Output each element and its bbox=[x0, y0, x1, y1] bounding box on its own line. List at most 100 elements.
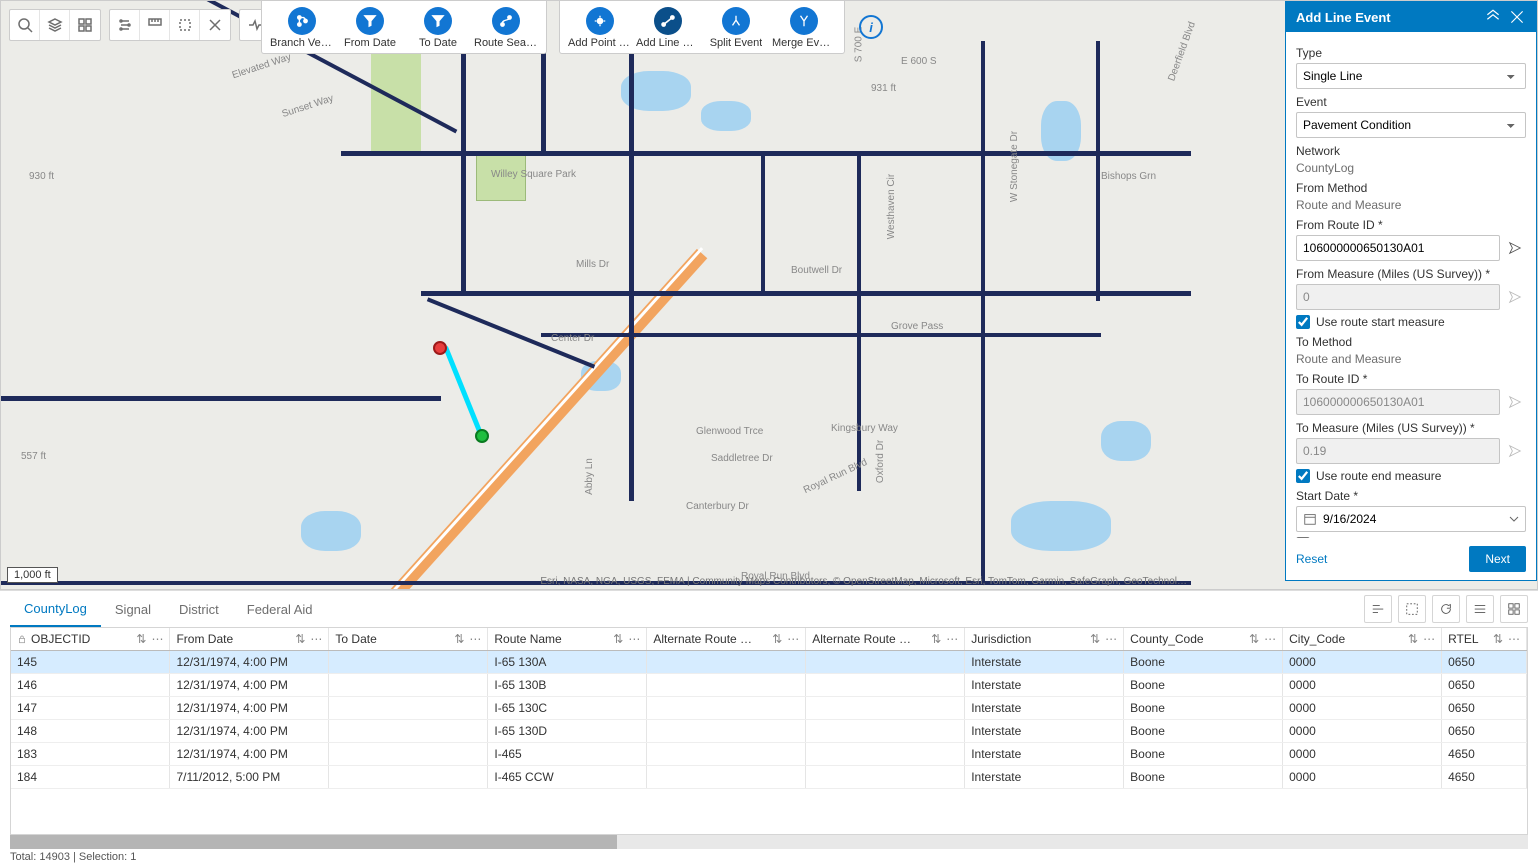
event-select[interactable]: Pavement Condition bbox=[1296, 112, 1526, 138]
from-route-input[interactable] bbox=[1296, 235, 1500, 261]
layers-button[interactable] bbox=[40, 10, 70, 40]
map-attribution: Esri, NASA, NGA, USGS, FEMA | Community … bbox=[540, 576, 1187, 587]
map-label: 931 ft bbox=[871, 83, 896, 94]
type-select[interactable]: Single Line bbox=[1296, 63, 1526, 89]
network-label: Network bbox=[1296, 144, 1526, 158]
map-label: Bishops Grn bbox=[1101, 171, 1156, 182]
from-method-value: Route and Measure bbox=[1296, 198, 1526, 212]
type-label: Type bbox=[1296, 46, 1526, 60]
table-row[interactable]: 14812/31/1974, 4:00 PMI-65 130DInterstat… bbox=[11, 720, 1527, 743]
from-method-label: From Method bbox=[1296, 181, 1526, 195]
table-row[interactable]: 14712/31/1974, 4:00 PMI-65 130CInterstat… bbox=[11, 697, 1527, 720]
close-icon[interactable] bbox=[1508, 8, 1526, 26]
ribbon-funnel-outline[interactable]: To Date bbox=[404, 5, 472, 51]
info-button[interactable]: i bbox=[859, 15, 883, 39]
to-measure-input bbox=[1296, 438, 1500, 464]
pick-to-measure-icon[interactable] bbox=[1504, 440, 1526, 462]
filter-button[interactable] bbox=[170, 10, 200, 40]
clear-selection-button[interactable] bbox=[1398, 595, 1426, 623]
ribbon-line[interactable]: Add Line E… bbox=[634, 5, 702, 51]
use-start-measure-label: Use route start measure bbox=[1316, 315, 1445, 329]
map-label: 557 ft bbox=[21, 451, 46, 462]
collapse-icon[interactable] bbox=[1484, 8, 1502, 26]
ribbon-merge[interactable]: Merge Events bbox=[770, 5, 838, 51]
map-label: Saddletree Dr bbox=[711, 453, 773, 464]
table-row[interactable]: 14612/31/1974, 4:00 PMI-65 130BInterstat… bbox=[11, 674, 1527, 697]
to-method-label: To Method bbox=[1296, 335, 1526, 349]
map-label: Mills Dr bbox=[576, 259, 609, 270]
use-end-measure-label: Use route end measure bbox=[1316, 469, 1441, 483]
bookmarks-button[interactable] bbox=[110, 10, 140, 40]
from-measure-input bbox=[1296, 284, 1500, 310]
add-line-event-panel: Add Line Event Type Single Line Event Pa… bbox=[1285, 1, 1537, 581]
chevron-down-icon[interactable] bbox=[1509, 514, 1519, 524]
ribbon-branch[interactable]: Branch Vers… bbox=[268, 5, 336, 51]
table-row[interactable]: 18312/31/1974, 4:00 PMI-465InterstateBoo… bbox=[11, 743, 1527, 766]
calendar-icon bbox=[1303, 512, 1317, 526]
map-label: Westhaven Cir bbox=[886, 174, 897, 239]
table-row[interactable]: 14512/31/1974, 4:00 PMI-65 130AInterstat… bbox=[11, 651, 1527, 674]
network-value: CountyLog bbox=[1296, 161, 1526, 175]
to-measure-label: To Measure (Miles (US Survey)) * bbox=[1296, 421, 1526, 435]
from-route-label: From Route ID * bbox=[1296, 218, 1526, 232]
refresh-button[interactable] bbox=[1432, 595, 1460, 623]
column-header[interactable]: OBJECTID⇅⋯ bbox=[11, 628, 170, 651]
map-label: Willey Square Park bbox=[491, 169, 576, 180]
map-label: Center Dr bbox=[551, 333, 594, 344]
to-route-input bbox=[1296, 389, 1500, 415]
column-header[interactable]: City_Code⇅⋯ bbox=[1283, 628, 1442, 651]
from-measure-label: From Measure (Miles (US Survey)) * bbox=[1296, 267, 1526, 281]
to-route-label: To Route ID * bbox=[1296, 372, 1526, 386]
column-header[interactable]: Route Name⇅⋯ bbox=[488, 628, 647, 651]
map-label: Abby Ln bbox=[584, 458, 595, 495]
scale-bar: 1,000 ft bbox=[7, 567, 58, 583]
grid-button[interactable] bbox=[1500, 595, 1528, 623]
column-header[interactable]: To Date⇅⋯ bbox=[329, 628, 488, 651]
map-label: Elevated Way bbox=[231, 52, 293, 81]
horizontal-scrollbar[interactable] bbox=[10, 835, 1528, 849]
route-start-marker bbox=[475, 429, 489, 443]
pick-from-measure-icon[interactable] bbox=[1504, 286, 1526, 308]
ribbon-split[interactable]: Split Event bbox=[702, 5, 770, 51]
map-label: Canterbury Dr bbox=[686, 501, 749, 512]
clear-button[interactable] bbox=[200, 10, 230, 40]
column-header[interactable]: Alternate Route …⇅⋯ bbox=[647, 628, 806, 651]
tab-signal[interactable]: Signal bbox=[101, 591, 165, 627]
reset-button[interactable]: Reset bbox=[1296, 552, 1327, 566]
map-label: Glenwood Trce bbox=[696, 426, 763, 437]
tab-countylog[interactable]: CountyLog bbox=[10, 591, 101, 627]
panel-title: Add Line Event bbox=[1296, 10, 1391, 25]
column-header[interactable]: RTEL⇅⋯ bbox=[1442, 628, 1527, 651]
column-header[interactable]: County_Code⇅⋯ bbox=[1124, 628, 1283, 651]
start-date-label: Start Date * bbox=[1296, 489, 1526, 503]
measure-button[interactable] bbox=[140, 10, 170, 40]
tab-federal-aid[interactable]: Federal Aid bbox=[233, 591, 327, 627]
options-button[interactable] bbox=[1364, 595, 1392, 623]
column-header[interactable]: Jurisdiction⇅⋯ bbox=[965, 628, 1124, 651]
data-table[interactable]: OBJECTID⇅⋯From Date⇅⋯To Date⇅⋯Route Name… bbox=[11, 628, 1527, 789]
map-label: Deerfield Blvd bbox=[1166, 20, 1198, 82]
ribbon-funnel[interactable]: From Date bbox=[336, 5, 404, 51]
ribbon-point[interactable]: Add Point E… bbox=[566, 5, 634, 51]
pick-to-route-icon[interactable] bbox=[1504, 391, 1526, 413]
show-hide-button[interactable] bbox=[1466, 595, 1494, 623]
ribbon-route[interactable]: Route Search bbox=[472, 5, 540, 51]
search-button[interactable] bbox=[10, 10, 40, 40]
use-start-measure-checkbox[interactable] bbox=[1296, 315, 1310, 329]
use-end-measure-checkbox[interactable] bbox=[1296, 469, 1310, 483]
tab-district[interactable]: District bbox=[165, 591, 233, 627]
basemap-button[interactable] bbox=[70, 10, 100, 40]
map-label: 930 ft bbox=[29, 171, 54, 182]
route-end-marker bbox=[433, 341, 447, 355]
column-header[interactable]: From Date⇅⋯ bbox=[170, 628, 329, 651]
column-header[interactable]: Alternate Route …⇅⋯ bbox=[806, 628, 965, 651]
map-label: Sunset Way bbox=[281, 93, 335, 120]
table-row[interactable]: 1847/11/2012, 5:00 PMI-465 CCWInterstate… bbox=[11, 766, 1527, 789]
to-method-value: Route and Measure bbox=[1296, 352, 1526, 366]
pick-from-route-icon[interactable] bbox=[1504, 237, 1526, 259]
map-label: W Stonegate Dr bbox=[1009, 131, 1020, 202]
next-button[interactable]: Next bbox=[1469, 546, 1526, 572]
start-date-input[interactable] bbox=[1323, 512, 1503, 526]
event-label: Event bbox=[1296, 95, 1526, 109]
map-label: Kingsbury Way bbox=[831, 423, 898, 434]
